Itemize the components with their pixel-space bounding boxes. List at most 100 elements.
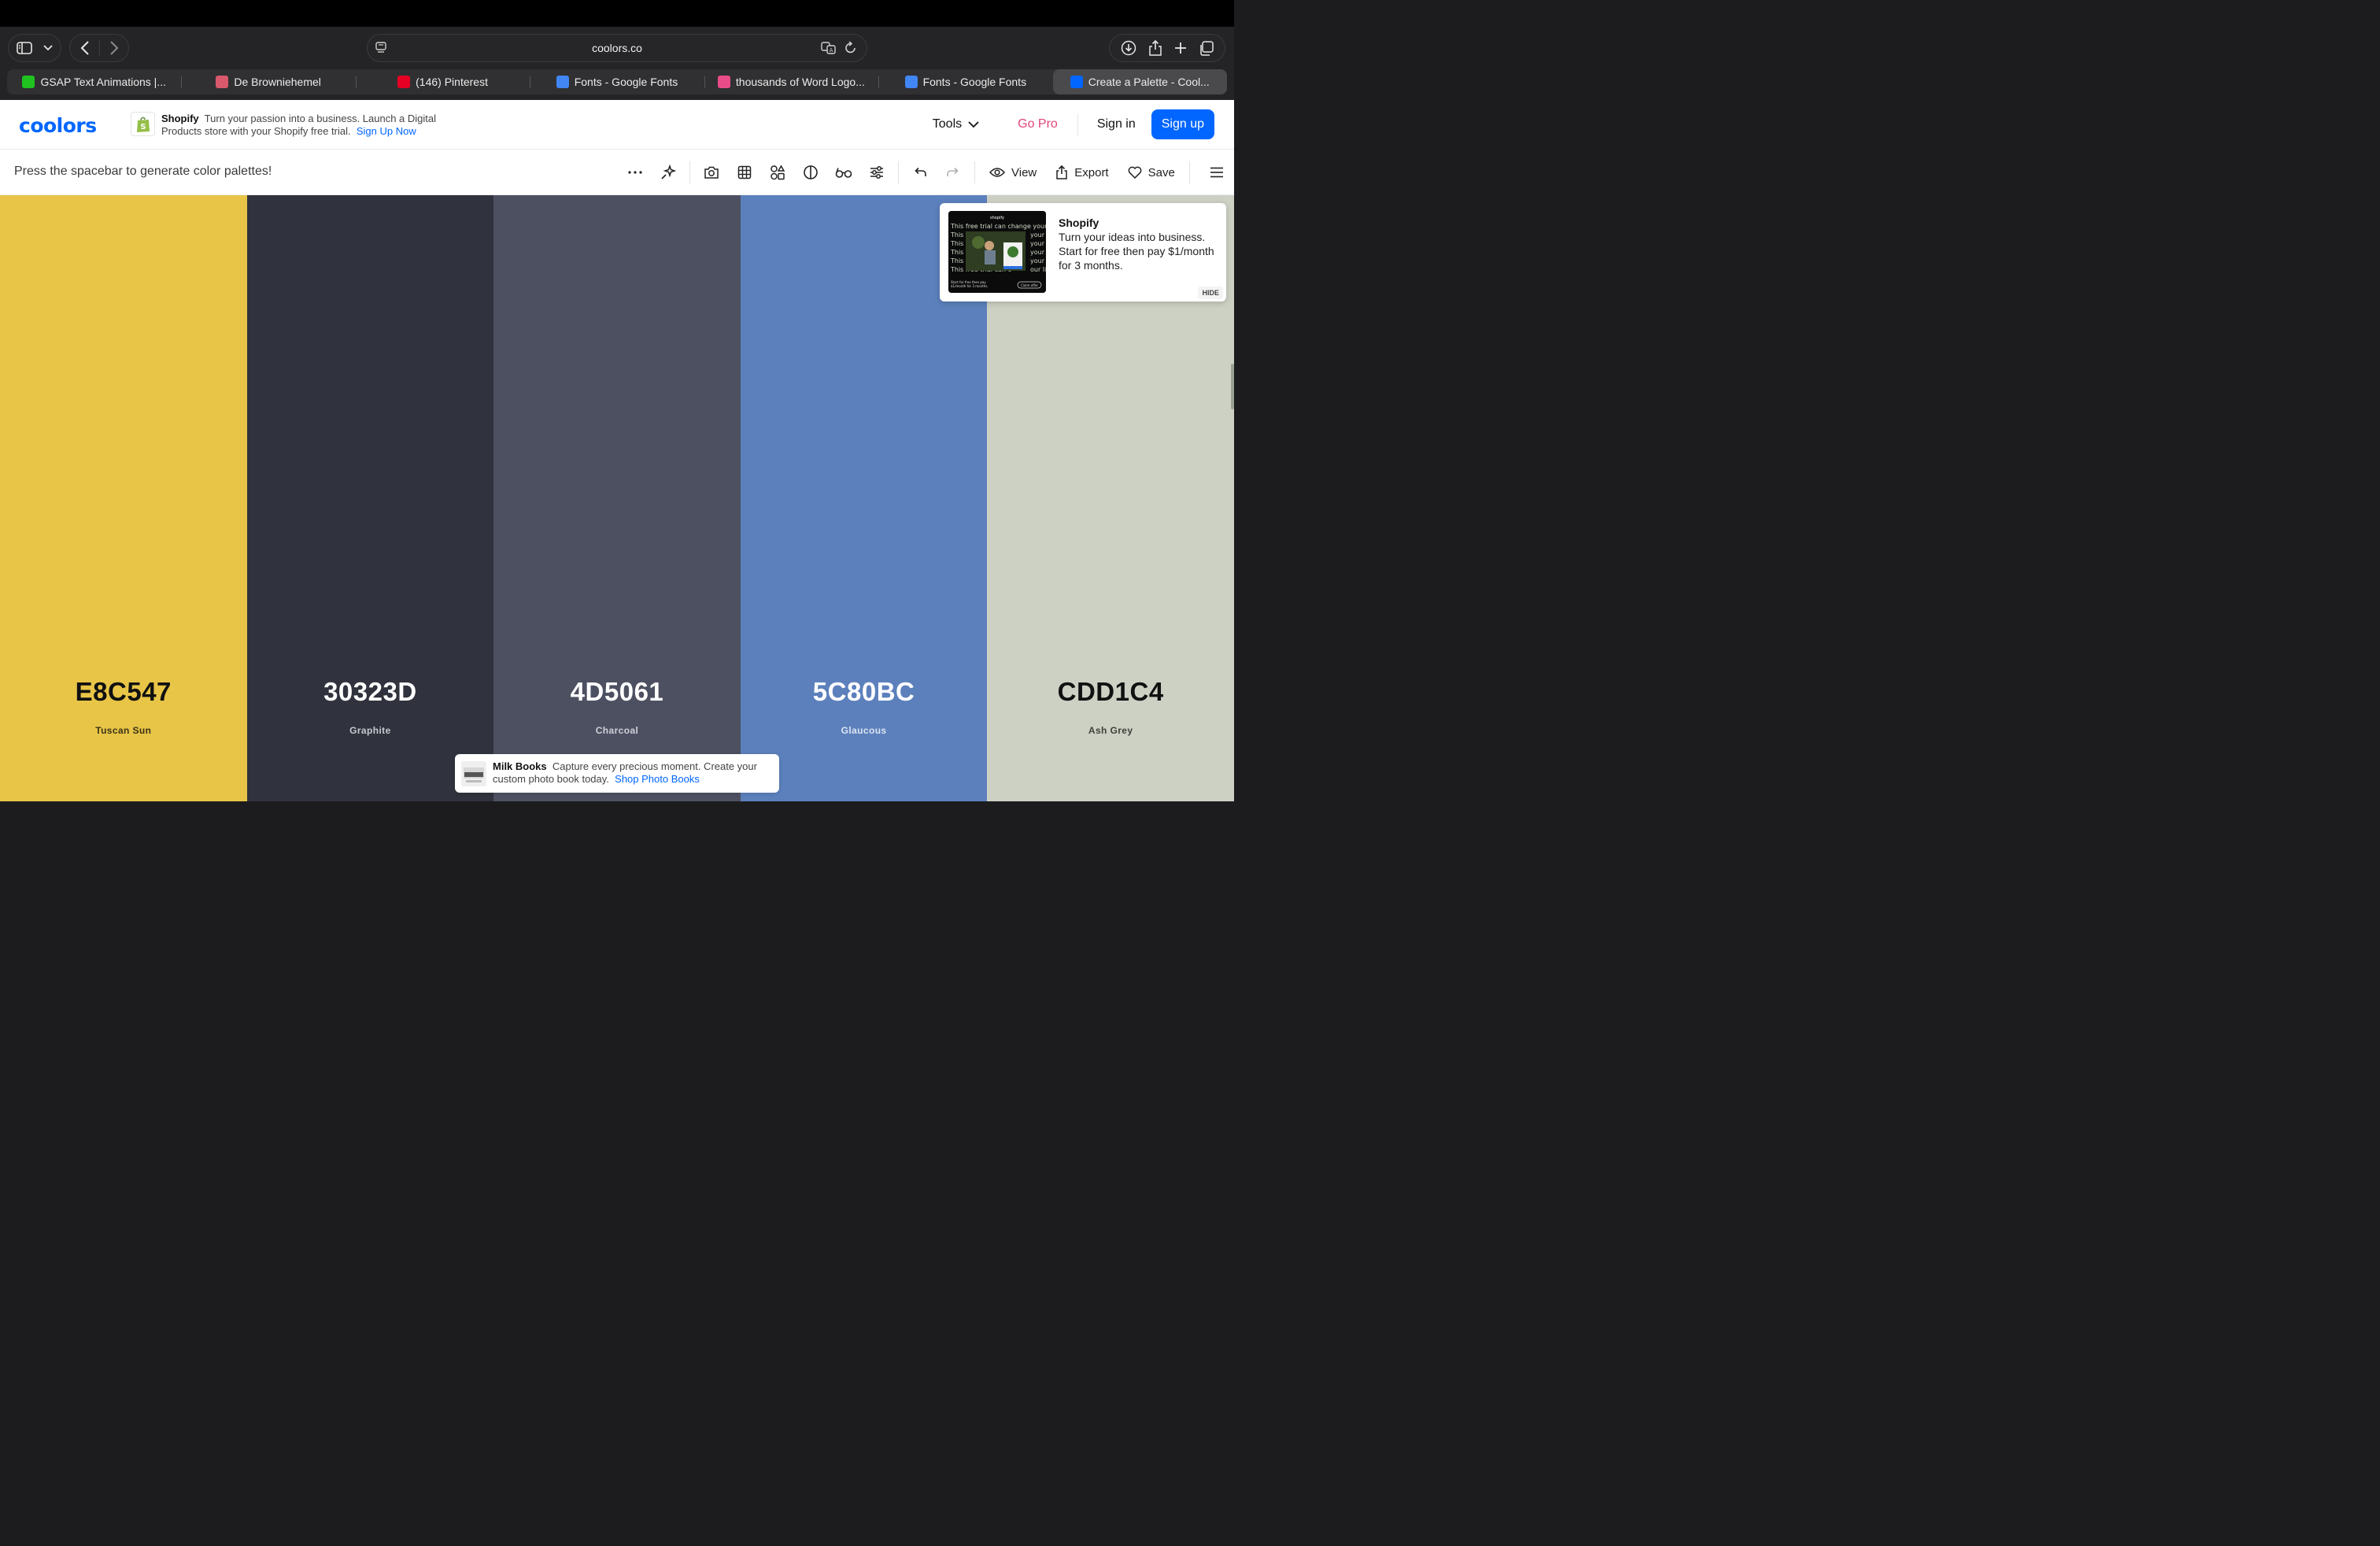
scroll-handle[interactable] xyxy=(1231,364,1234,409)
site-header: coolors S Shopify Turn your passion into… xyxy=(0,100,1234,150)
color-hex-code[interactable]: 4D5061 xyxy=(493,677,741,707)
bottom-ad[interactable]: Milk Books Capture every precious moment… xyxy=(455,754,779,793)
color-name[interactable]: Graphite xyxy=(247,725,494,736)
svg-text:your life: your life xyxy=(1030,257,1046,264)
view-label: View xyxy=(1011,165,1037,179)
camera-icon[interactable] xyxy=(699,161,724,184)
hamburger-menu-icon[interactable] xyxy=(1204,161,1229,184)
svg-text:shopify: shopify xyxy=(990,216,1004,220)
browser-tab[interactable]: Create a Palette - Cool... xyxy=(1052,69,1227,94)
browser-tab-title: Create a Palette - Cool... xyxy=(1088,76,1210,88)
chevron-down-icon[interactable] xyxy=(968,120,979,128)
color-swatch[interactable]: 4D5061 Charcoal xyxy=(493,195,741,801)
export-button[interactable]: Export xyxy=(1055,165,1109,179)
floating-ad-body[interactable]: Shopify Turn your ideas into business. S… xyxy=(1059,216,1216,272)
ad-thumbnail[interactable]: shopify This free trial can change your … xyxy=(948,211,1046,293)
export-label: Export xyxy=(1074,165,1109,179)
color-hex-code[interactable]: 5C80BC xyxy=(741,677,988,707)
svg-text:your life: your life xyxy=(1030,249,1046,256)
color-name[interactable]: Charcoal xyxy=(493,725,741,736)
navigation-buttons xyxy=(69,34,129,62)
color-name[interactable]: Glaucous xyxy=(741,725,988,736)
save-button[interactable]: Save xyxy=(1128,166,1175,179)
favicon-icon xyxy=(22,76,35,88)
favicon-icon xyxy=(397,76,411,88)
palette-toolbar: Press the spacebar to generate color pal… xyxy=(0,150,1234,195)
browser-tab[interactable]: thousands of Word Logo... xyxy=(704,69,878,94)
new-tab-icon[interactable] xyxy=(1174,42,1187,54)
color-swatch[interactable]: 30323D Graphite xyxy=(246,195,494,801)
reload-icon[interactable] xyxy=(844,41,857,55)
browser-tab-title: Fonts - Google Fonts xyxy=(574,76,678,88)
bottom-ad-cta[interactable]: Shop Photo Books xyxy=(615,773,700,785)
sidebar-toggle[interactable] xyxy=(8,34,61,62)
svg-text:This: This xyxy=(950,257,963,264)
svg-text:your life: your life xyxy=(1030,240,1046,247)
undo-icon[interactable] xyxy=(907,161,933,184)
svg-text:This: This xyxy=(950,231,963,239)
tools-label[interactable]: Tools xyxy=(933,117,962,131)
more-icon[interactable] xyxy=(623,161,648,184)
magic-icon[interactable] xyxy=(656,161,681,184)
color-swatch[interactable]: E8C547 Tuscan Sun xyxy=(0,195,247,801)
grid-icon[interactable] xyxy=(732,161,757,184)
address-bar[interactable]: coolors.co A xyxy=(367,34,867,62)
view-button[interactable]: View xyxy=(989,166,1037,179)
floating-ad-title: Shopify xyxy=(1059,216,1099,229)
browser-tab[interactable]: (146) Pinterest xyxy=(355,69,530,94)
photo-book-thumbnail[interactable] xyxy=(461,761,486,786)
favicon-icon xyxy=(717,76,730,88)
color-hex-code[interactable]: E8C547 xyxy=(0,677,247,707)
download-icon[interactable] xyxy=(1121,40,1136,56)
sidebar-icon[interactable] xyxy=(17,42,32,54)
floating-ad-text: Turn your ideas into business. Start for… xyxy=(1059,231,1214,272)
page-menu-icon[interactable] xyxy=(375,42,386,54)
share-icon[interactable] xyxy=(1148,40,1162,56)
bottom-ad-brand: Milk Books xyxy=(493,760,547,772)
coolors-logo[interactable]: coolors xyxy=(19,114,97,137)
svg-text:This: This xyxy=(950,249,963,256)
spacebar-hint: Press the spacebar to generate color pal… xyxy=(14,165,272,178)
sliders-icon[interactable] xyxy=(864,161,889,184)
color-hex-code[interactable]: CDD1C4 xyxy=(987,677,1234,707)
contrast-icon[interactable] xyxy=(798,161,823,184)
browser-tab[interactable]: De Browniehemel xyxy=(181,69,355,94)
tabs-track: GSAP Text Animations |... De Browniehemel… xyxy=(7,69,1227,94)
export-icon xyxy=(1055,165,1068,179)
header-ad-brand: Shopify xyxy=(161,113,199,124)
color-hex-code[interactable]: 30323D xyxy=(247,677,494,707)
go-pro-link[interactable]: Go Pro xyxy=(998,113,1078,135)
window-top-bar xyxy=(0,0,1234,27)
browser-tab[interactable]: Fonts - Google Fonts xyxy=(530,69,704,94)
svg-text:Claim offer: Claim offer xyxy=(1021,283,1038,287)
back-icon[interactable] xyxy=(80,41,90,55)
url-text[interactable]: coolors.co xyxy=(592,42,642,54)
sign-up-button[interactable]: Sign up xyxy=(1151,109,1214,139)
color-name[interactable]: Ash Grey xyxy=(987,725,1234,736)
bottom-ad-text-block[interactable]: Milk Books Capture every precious moment… xyxy=(493,760,768,786)
svg-text:S: S xyxy=(140,123,146,131)
shopify-bag-icon[interactable]: S xyxy=(131,112,155,136)
translate-icon[interactable]: A xyxy=(821,41,837,55)
glasses-icon[interactable] xyxy=(831,161,856,184)
favicon-icon xyxy=(216,76,229,88)
hide-ad-button[interactable]: HIDE xyxy=(1198,287,1223,299)
chevron-down-icon[interactable] xyxy=(43,45,53,51)
tools-menu[interactable]: Tools xyxy=(933,117,998,131)
redo-icon[interactable] xyxy=(941,161,966,184)
sign-in-link[interactable]: Sign in xyxy=(1078,117,1151,131)
browser-tab[interactable]: GSAP Text Animations |... xyxy=(7,69,181,94)
svg-text:A: A xyxy=(830,47,833,54)
favicon-icon xyxy=(556,76,569,88)
header-ad-cta[interactable]: Sign Up Now xyxy=(357,125,416,137)
color-name[interactable]: Tuscan Sun xyxy=(0,725,247,736)
header-ad[interactable]: Shopify Turn your passion into a busines… xyxy=(161,113,453,138)
tab-bar: GSAP Text Animations |... De Browniehemel… xyxy=(0,69,1234,100)
header-nav: Tools Go Pro Sign in Sign up xyxy=(933,109,1214,139)
shapes-icon[interactable] xyxy=(765,161,790,184)
svg-text:This: This xyxy=(950,240,963,247)
tab-overview-icon[interactable] xyxy=(1199,40,1214,56)
browser-tab[interactable]: Fonts - Google Fonts xyxy=(878,69,1052,94)
floating-ad[interactable]: shopify This free trial can change your … xyxy=(940,203,1226,301)
forward-icon[interactable] xyxy=(109,41,119,55)
